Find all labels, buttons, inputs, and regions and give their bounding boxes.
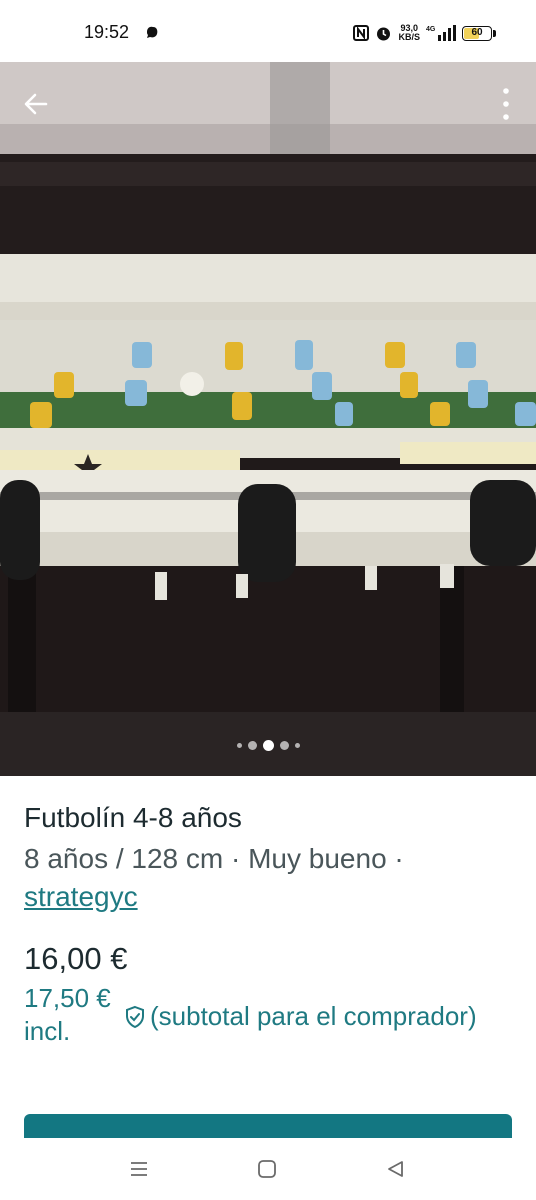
listing-title: Futbolín 4-8 años [24,802,242,833]
buyer-protection-text: (subtotal para el comprador) [150,1001,477,1031]
network-speed: 93,0 KB/S [398,24,420,42]
status-time: 19:52 [84,22,130,42]
listing-details: Futbolín 4-8 años 8 años / 128 cm · Muy … [24,800,514,916]
back-button[interactable] [16,84,56,124]
alarm-icon [377,27,391,40]
battery-level: 60 [471,26,483,38]
status-icons: 93,0 KB/S 4G 60 [353,22,496,44]
foosball-table-photo [0,62,536,776]
gallery-dot[interactable] [279,741,289,750]
shield-check-icon [126,1005,144,1028]
triangle-back-icon [388,1161,403,1177]
nav-back-button[interactable] [382,1156,408,1182]
listing-attributes: 8 años / 128 cm · Muy bueno · strategyc [24,840,514,916]
battery-icon: 60 [462,25,492,41]
more-vertical-icon [503,88,509,120]
battery-tip [493,29,496,37]
product-photo-gallery[interactable] [0,62,536,776]
more-options-button[interactable] [496,84,516,124]
buyer-protection-note[interactable]: (subtotal para el comprador) [124,1000,477,1033]
home-button[interactable] [254,1156,280,1182]
gallery-dot-active[interactable] [262,740,274,751]
status-bar: 19:52 93,0 KB/S 4G 60 [0,0,536,62]
gallery-pagination [0,740,536,751]
recents-button[interactable] [126,1156,152,1182]
buyer-total-price[interactable]: 17,50 € incl. [24,982,120,1048]
notification-icon [147,26,158,38]
buy-button[interactable] [24,1114,512,1138]
arrow-left-icon [24,93,48,115]
listing-attributes-text: 8 años / 128 cm · Muy bueno · [24,843,404,874]
network-speed-unit: KB/S [398,32,420,42]
signal-icon: 4G [426,25,456,41]
gallery-dot[interactable] [247,741,257,750]
gallery-dot[interactable] [236,743,242,748]
gallery-dot[interactable] [294,743,300,748]
listing-price: 16,00 € [24,941,128,976]
nfc-icon [353,25,370,41]
system-nav-bar [0,1138,536,1200]
seller-link[interactable]: strategyc [24,881,138,912]
network-type: 4G [426,26,436,33]
square-home-icon [258,1160,276,1178]
menu-lines-icon [131,1162,147,1176]
